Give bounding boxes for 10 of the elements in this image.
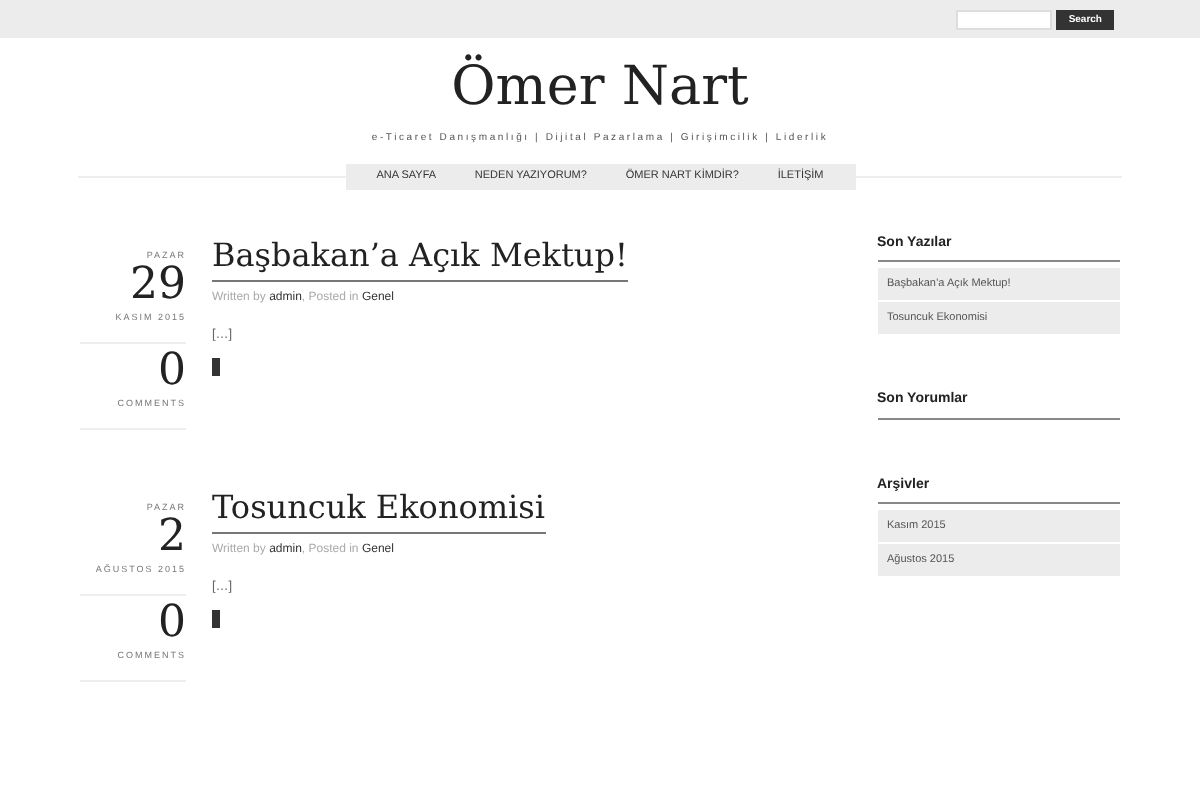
site-title: Ömer Nart xyxy=(451,56,749,120)
post-day: 2 xyxy=(158,514,186,563)
search-field[interactable] xyxy=(956,9,1053,29)
post-title[interactable]: Başbakan’a Açık Mektup! xyxy=(212,233,628,281)
read-more-marker[interactable] xyxy=(212,610,220,629)
read-more-marker[interactable] xyxy=(212,358,220,377)
comment-count[interactable]: 0 xyxy=(158,348,186,396)
comment-count[interactable]: 0 xyxy=(158,600,186,648)
post-title[interactable]: Tosuncuk Ekonomisi xyxy=(212,485,545,533)
post-day: 29 xyxy=(130,262,186,311)
